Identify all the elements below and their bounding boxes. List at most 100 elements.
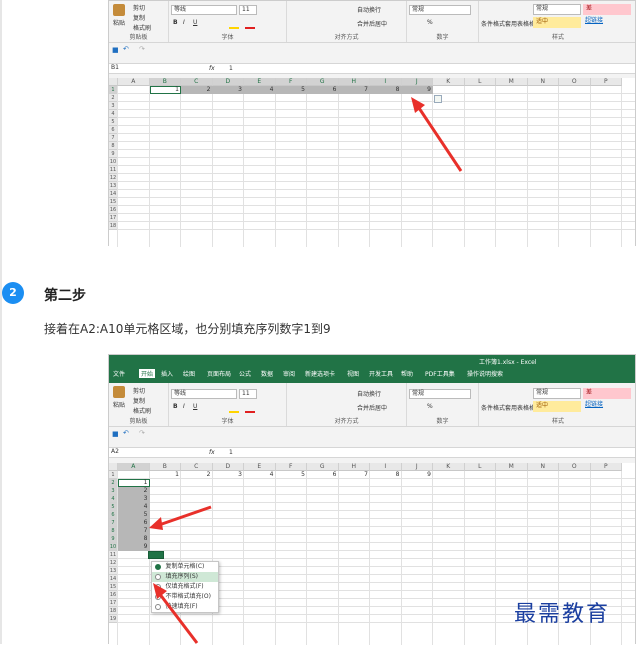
- tab-home[interactable]: 开始: [139, 369, 156, 378]
- underline-button[interactable]: U: [193, 19, 197, 26]
- column-header-n[interactable]: N: [527, 78, 559, 86]
- autofill-menu-item[interactable]: 复制单元格(C): [152, 562, 218, 572]
- column-header-d[interactable]: D: [212, 78, 244, 86]
- font-color-icon[interactable]: [245, 411, 255, 413]
- percent-button[interactable]: %: [427, 19, 433, 26]
- column-header-p[interactable]: P: [590, 78, 622, 86]
- column-header-c[interactable]: C: [181, 463, 213, 471]
- merge-center-button[interactable]: 合并后居中: [357, 19, 387, 28]
- ribbon-tab[interactable]: 数据: [261, 369, 273, 378]
- column-header-p[interactable]: P: [590, 463, 622, 471]
- number-format-select[interactable]: 常规: [409, 5, 471, 15]
- column-header-a[interactable]: A: [118, 78, 150, 86]
- column-header-e[interactable]: E: [244, 463, 276, 471]
- save-icon[interactable]: ■: [112, 46, 119, 54]
- fx-icon[interactable]: fx: [209, 449, 215, 456]
- style-normal[interactable]: 常规: [533, 388, 581, 399]
- worksheet-grid[interactable]: A B C D E F G H I J K L M N O P 1 2 3 4 5 6 7 8 9 10 11 12 13 14 15 16 1…: [109, 78, 635, 247]
- column-header-l[interactable]: L: [464, 463, 496, 471]
- cut-button[interactable]: 剪切: [133, 386, 145, 395]
- bold-button[interactable]: B: [173, 403, 178, 410]
- undo-icon[interactable]: ↶: [123, 429, 129, 437]
- fill-color-icon[interactable]: [229, 27, 239, 29]
- style-bad[interactable]: 差: [583, 388, 631, 399]
- column-header-b[interactable]: B: [149, 463, 181, 471]
- column-header-m[interactable]: M: [496, 463, 528, 471]
- font-size-select[interactable]: 11: [239, 5, 257, 15]
- ribbon-tab[interactable]: 操作说明搜索: [467, 369, 503, 378]
- name-box[interactable]: B1: [109, 64, 155, 73]
- percent-button[interactable]: %: [427, 403, 433, 410]
- column-header-f[interactable]: F: [275, 463, 307, 471]
- column-header-e[interactable]: E: [244, 78, 276, 86]
- ribbon-tab[interactable]: 帮助: [401, 369, 413, 378]
- column-header-i[interactable]: I: [370, 78, 402, 86]
- column-header-a[interactable]: A: [118, 463, 150, 471]
- style-hyperlink[interactable]: 超链接: [583, 401, 631, 412]
- column-header-b[interactable]: B: [149, 78, 181, 86]
- font-name-select[interactable]: 等线: [171, 389, 237, 399]
- column-header-i[interactable]: I: [370, 463, 402, 471]
- style-normal[interactable]: 常规: [533, 4, 581, 15]
- cut-button[interactable]: 剪切: [133, 3, 145, 12]
- paste-button[interactable]: 粘贴: [113, 4, 127, 30]
- merge-center-button[interactable]: 合并后居中: [357, 403, 387, 412]
- column-header-f[interactable]: F: [275, 78, 307, 86]
- fill-color-icon[interactable]: [229, 411, 239, 413]
- column-header-c[interactable]: C: [181, 78, 213, 86]
- ribbon-tab[interactable]: 文件: [113, 369, 125, 378]
- autofill-options-button[interactable]: [147, 551, 164, 559]
- font-name-select[interactable]: 等线: [171, 5, 237, 15]
- style-bad[interactable]: 差: [583, 4, 631, 15]
- ribbon-tab[interactable]: 开发工具: [369, 369, 393, 378]
- save-icon[interactable]: ■: [112, 430, 119, 438]
- column-header-l[interactable]: L: [464, 78, 496, 86]
- wrap-text-button[interactable]: 自动换行: [357, 389, 381, 398]
- style-hyperlink[interactable]: 超链接: [583, 17, 631, 28]
- ribbon-tab[interactable]: 绘图: [183, 369, 195, 378]
- redo-icon[interactable]: ↷: [139, 45, 145, 53]
- number-format-select[interactable]: 常规: [409, 389, 471, 399]
- select-all-corner[interactable]: [109, 463, 118, 471]
- bold-button[interactable]: B: [173, 19, 178, 26]
- column-header-g[interactable]: G: [307, 78, 339, 86]
- ribbon-tab[interactable]: 页面布局: [207, 369, 231, 378]
- formula-input[interactable]: 1: [229, 65, 233, 72]
- conditional-format-button[interactable]: 条件格式: [481, 19, 505, 28]
- ribbon-tab[interactable]: 审阅: [283, 369, 295, 378]
- fx-icon[interactable]: fx: [209, 65, 215, 72]
- column-header-k[interactable]: K: [433, 78, 465, 86]
- font-color-icon[interactable]: [245, 27, 255, 29]
- italic-button[interactable]: I: [183, 19, 185, 26]
- column-header-k[interactable]: K: [433, 463, 465, 471]
- copy-button[interactable]: 复制: [133, 396, 145, 405]
- ribbon-tab[interactable]: 插入: [161, 369, 173, 378]
- paste-button[interactable]: 粘贴: [113, 386, 127, 412]
- format-painter-button[interactable]: 格式刷: [133, 406, 151, 415]
- italic-button[interactable]: I: [183, 403, 185, 410]
- ribbon-tab[interactable]: 视图: [347, 369, 359, 378]
- column-header-j[interactable]: J: [401, 463, 433, 471]
- ribbon-tab[interactable]: 公式: [239, 369, 251, 378]
- redo-icon[interactable]: ↷: [139, 429, 145, 437]
- format-painter-button[interactable]: 格式刷: [133, 23, 151, 32]
- style-neutral[interactable]: 适中: [533, 17, 581, 28]
- wrap-text-button[interactable]: 自动换行: [357, 5, 381, 14]
- formula-input[interactable]: 1: [229, 449, 233, 456]
- undo-icon[interactable]: ↶: [123, 45, 129, 53]
- column-header-g[interactable]: G: [307, 463, 339, 471]
- column-header-m[interactable]: M: [496, 78, 528, 86]
- style-neutral[interactable]: 适中: [533, 401, 581, 412]
- ribbon-tab[interactable]: 新建选项卡: [305, 369, 335, 378]
- conditional-format-button[interactable]: 条件格式: [481, 403, 505, 412]
- underline-button[interactable]: U: [193, 403, 197, 410]
- column-header-h[interactable]: H: [338, 463, 370, 471]
- ribbon-tab[interactable]: PDF工具集: [425, 369, 455, 378]
- copy-button[interactable]: 复制: [133, 13, 145, 22]
- column-header-o[interactable]: O: [559, 78, 591, 86]
- select-all-corner[interactable]: [109, 78, 118, 86]
- column-header-h[interactable]: H: [338, 78, 370, 86]
- name-box[interactable]: A2: [109, 448, 155, 457]
- column-header-j[interactable]: J: [401, 78, 433, 86]
- column-header-n[interactable]: N: [527, 463, 559, 471]
